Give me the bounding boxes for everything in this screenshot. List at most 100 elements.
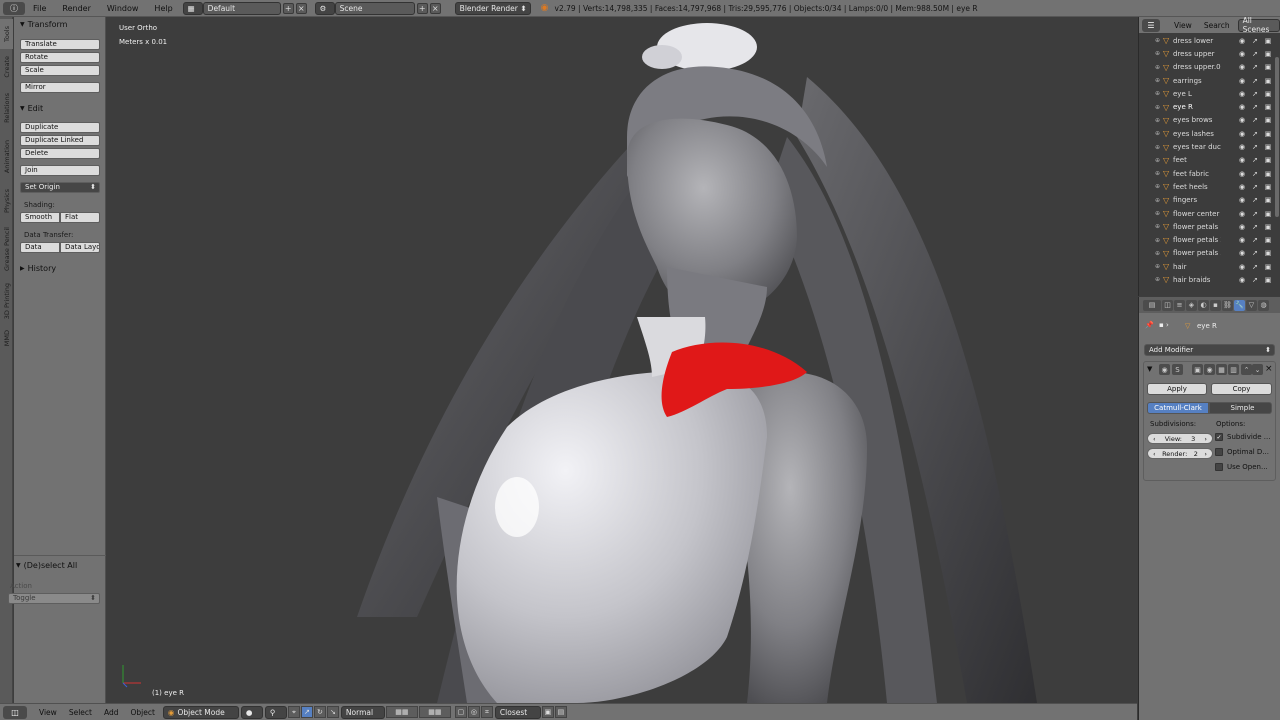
outliner-item[interactable]: ⊕ ▽ hair ◉ ➚ ▣: [1139, 260, 1280, 273]
renderable-camera-icon[interactable]: ▣: [1264, 196, 1272, 204]
editmode-toggle-icon[interactable]: ▦: [1216, 364, 1227, 375]
visibility-eye-icon[interactable]: ◉: [1238, 77, 1246, 85]
visibility-eye-icon[interactable]: ◉: [1238, 156, 1246, 164]
menu-window[interactable]: Window: [99, 0, 147, 17]
renderable-camera-icon[interactable]: ▣: [1264, 276, 1272, 284]
copy-button[interactable]: Copy: [1211, 383, 1272, 395]
visibility-eye-icon[interactable]: ◉: [1238, 50, 1246, 58]
tab-mmd[interactable]: MMD: [0, 325, 13, 351]
add-modifier-select[interactable]: Add Modifier ⬍: [1144, 344, 1275, 356]
expand-icon[interactable]: ⊕: [1155, 90, 1163, 97]
snap-element-select[interactable]: Closest: [494, 705, 541, 719]
rotate-button[interactable]: Rotate: [20, 52, 100, 63]
expand-icon[interactable]: ⊕: [1155, 197, 1163, 204]
visibility-eye-icon[interactable]: ◉: [1238, 37, 1246, 45]
decrement-icon[interactable]: ‹: [1153, 450, 1156, 458]
outliner-item[interactable]: ⊕ ▽ eye R ◉ ➚ ▣: [1139, 100, 1280, 113]
data-tab-icon[interactable]: ▽: [1246, 299, 1257, 311]
editor-type-icon[interactable]: ▤: [1143, 299, 1161, 311]
visibility-eye-icon[interactable]: ◉: [1238, 103, 1246, 111]
selectable-cursor-icon[interactable]: ➚: [1251, 103, 1259, 111]
outliner-item[interactable]: ⊕ ▽ flower center ◉ ➚ ▣: [1139, 207, 1280, 220]
selectable-cursor-icon[interactable]: ➚: [1251, 196, 1259, 204]
delete-layout-icon[interactable]: ×: [295, 2, 307, 14]
material-tab-icon[interactable]: ◍: [1258, 299, 1269, 311]
subdivide-uvs-checkbox[interactable]: ✓: [1215, 433, 1223, 441]
orientation-select[interactable]: Normal: [340, 705, 385, 719]
render-toggle-icon[interactable]: ▣: [1192, 364, 1203, 375]
expand-icon[interactable]: ⊕: [1155, 77, 1163, 84]
renderable-camera-icon[interactable]: ▣: [1264, 90, 1272, 98]
translate-button[interactable]: Translate: [20, 39, 100, 50]
render-still-icon[interactable]: ▣: [541, 706, 554, 718]
outliner-item[interactable]: ⊕ ▽ flower petals 1 ◉ ➚ ▣: [1139, 220, 1280, 233]
menu-help[interactable]: Help: [146, 0, 180, 17]
visibility-eye-icon[interactable]: ◉: [1238, 170, 1246, 178]
expand-icon[interactable]: ⊕: [1155, 250, 1163, 257]
selectable-cursor-icon[interactable]: ➚: [1251, 249, 1259, 257]
duplicate-linked-button[interactable]: Duplicate Linked: [20, 135, 100, 146]
increment-icon[interactable]: ›: [1204, 450, 1207, 458]
scale-manipulator-icon[interactable]: ↘: [326, 706, 339, 718]
tab-relations[interactable]: Relations: [0, 85, 13, 131]
renderable-camera-icon[interactable]: ▣: [1264, 170, 1272, 178]
render-engine-select[interactable]: Blender Render ⬍: [454, 1, 531, 15]
selectable-cursor-icon[interactable]: ➚: [1251, 90, 1259, 98]
layers-grid-1-icon[interactable]: ▦▦: [385, 706, 418, 718]
expand-icon[interactable]: ⊕: [1155, 64, 1163, 71]
selectable-cursor-icon[interactable]: ➚: [1251, 183, 1259, 191]
move-down-icon[interactable]: ⌄: [1252, 364, 1263, 375]
menu-object[interactable]: Object: [124, 704, 160, 720]
add-layout-icon[interactable]: +: [282, 2, 294, 14]
remove-modifier-icon[interactable]: ×: [1265, 364, 1273, 374]
outliner-menu-search[interactable]: Search: [1198, 17, 1236, 34]
increment-icon[interactable]: ›: [1204, 435, 1207, 443]
operator-panel-header[interactable]: ▼ (De)select All: [10, 558, 106, 572]
visibility-eye-icon[interactable]: ◉: [1238, 210, 1246, 218]
viewport-shading-select[interactable]: ●: [240, 705, 263, 719]
selectable-cursor-icon[interactable]: ➚: [1251, 170, 1259, 178]
menu-file[interactable]: File: [25, 0, 54, 17]
selectable-cursor-icon[interactable]: ➚: [1251, 263, 1259, 271]
delete-button[interactable]: Delete: [20, 148, 100, 159]
selectable-cursor-icon[interactable]: ➚: [1251, 143, 1259, 151]
mode-select[interactable]: ◉ Object Mode: [162, 705, 239, 719]
outliner-item[interactable]: ⊕▽eyes tear ducts ◉ ➚ ▣: [1139, 140, 1280, 153]
world-tab-icon[interactable]: ◐: [1198, 299, 1209, 311]
renderable-camera-icon[interactable]: ▣: [1264, 249, 1272, 257]
editor-type-icon[interactable]: ☰: [1142, 18, 1160, 32]
cage-toggle-icon[interactable]: ▥: [1228, 364, 1239, 375]
catmull-clark-button[interactable]: Catmull-Clark: [1147, 402, 1209, 414]
renderable-camera-icon[interactable]: ▣: [1264, 50, 1272, 58]
expand-icon[interactable]: ⊕: [1155, 104, 1163, 111]
tab-create[interactable]: Create: [0, 51, 13, 83]
tab-3d-printing[interactable]: 3D Printing: [0, 279, 13, 323]
tab-animation[interactable]: Animation: [0, 133, 13, 181]
set-origin-select[interactable]: Set Origin ⬍: [20, 182, 100, 193]
renderable-camera-icon[interactable]: ▣: [1264, 156, 1272, 164]
edit-panel-header[interactable]: ▼ Edit: [14, 101, 106, 115]
expand-icon[interactable]: ⊕: [1155, 210, 1163, 217]
selectable-cursor-icon[interactable]: ➚: [1251, 276, 1259, 284]
data-button[interactable]: Data: [20, 242, 60, 253]
outliner-item[interactable]: ⊕ ▽ earrings ◉ ➚ ▣: [1139, 74, 1280, 87]
tab-grease-pencil[interactable]: Grease Pencil: [0, 221, 13, 277]
editor-type-icon[interactable]: ⓘ: [3, 1, 25, 15]
renderable-camera-icon[interactable]: ▣: [1264, 77, 1272, 85]
3d-viewport[interactable]: User Ortho Meters x 0.01 (1) eye R: [107, 17, 1137, 703]
render-levels-field[interactable]: ‹ Render: 2 ›: [1147, 448, 1213, 459]
simple-button[interactable]: Simple: [1209, 402, 1272, 414]
expand-icon[interactable]: ⊕: [1155, 237, 1163, 244]
viewport-toggle-icon[interactable]: ◉: [1204, 364, 1215, 375]
add-scene-icon[interactable]: +: [416, 2, 428, 14]
render-anim-icon[interactable]: ▤: [554, 706, 567, 718]
menu-view[interactable]: View: [33, 704, 63, 720]
expand-icon[interactable]: ⊕: [1155, 183, 1163, 190]
selectable-cursor-icon[interactable]: ➚: [1251, 210, 1259, 218]
outliner-item[interactable]: ⊕ ▽ flower petals 2 ◉ ➚ ▣: [1139, 233, 1280, 246]
outliner-item[interactable]: ⊕ ▽ feet ◉ ➚ ▣: [1139, 154, 1280, 167]
outliner-item[interactable]: ⊕ ▽ dress lower ◉ ➚ ▣: [1139, 34, 1280, 47]
modifier-name-field[interactable]: S: [1172, 364, 1183, 375]
visibility-eye-icon[interactable]: ◉: [1238, 236, 1246, 244]
expand-icon[interactable]: ⊕: [1155, 144, 1163, 151]
